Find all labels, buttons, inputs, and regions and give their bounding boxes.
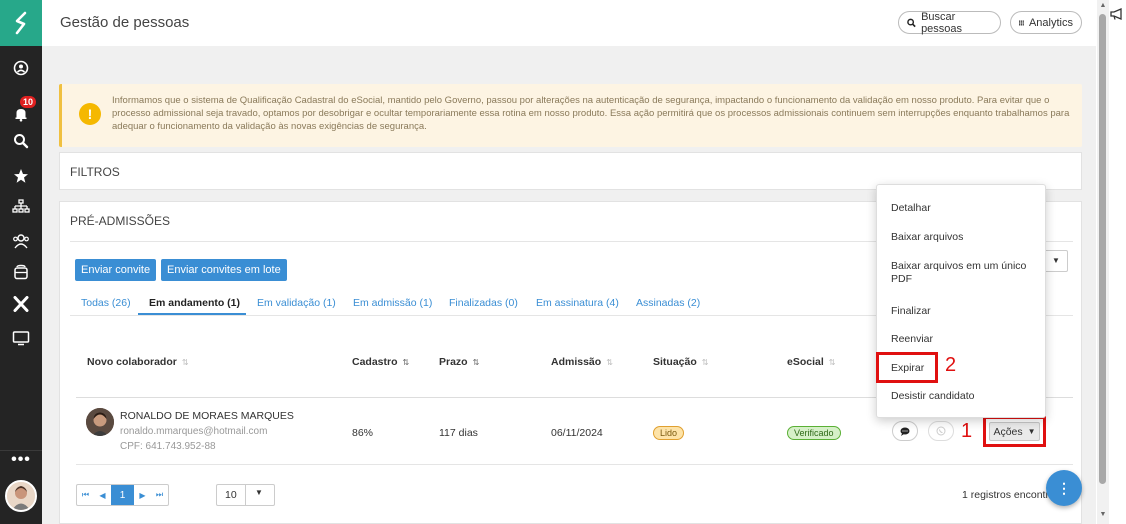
more-vertical-icon: ⋮ (1057, 479, 1071, 496)
annotation-step-2: 2 (945, 354, 957, 376)
caret-down-icon: ▼ (1027, 427, 1036, 436)
panel-title: PRÉ-ADMISSÕES (70, 214, 171, 228)
megaphone-icon[interactable] (1110, 8, 1124, 20)
top-header: Gestão de pessoas Buscar pessoas Analyti… (42, 0, 1097, 46)
sort-icon: ⇅ (181, 357, 189, 367)
avatar (86, 408, 114, 436)
more-menu[interactable]: ••• (0, 450, 42, 472)
scrollbar-thumb[interactable] (1099, 14, 1106, 484)
app-logo[interactable] (0, 0, 42, 46)
next-page-button[interactable]: ▶ (134, 485, 151, 505)
user-avatar[interactable] (5, 480, 37, 512)
page-button[interactable]: 1 (111, 485, 134, 505)
tab-signed[interactable]: Assinadas (2) (636, 297, 700, 309)
chat-button[interactable] (892, 421, 918, 441)
annotation-step-1: 1 (961, 420, 973, 442)
actions-label: Ações (993, 425, 1023, 438)
column-collaborator[interactable]: Novo colaborador ⇅ (87, 356, 189, 368)
star-icon[interactable] (0, 162, 42, 190)
collaborator-cpf: CPF: 641.743.952-88 (120, 441, 216, 452)
x-icon[interactable] (0, 290, 42, 318)
column-label: Admissão (551, 356, 602, 368)
menu-item-finish[interactable]: Finalizar (891, 305, 931, 318)
column-admission[interactable]: Admissão ⇅ (551, 356, 613, 368)
tab-in-signature[interactable]: Em assinatura (4) (536, 297, 619, 309)
whatsapp-icon (936, 426, 946, 436)
grid-icon (1019, 20, 1024, 25)
esocial-badge: Verificado (787, 426, 841, 440)
analytics-button[interactable]: Analytics (1010, 11, 1082, 34)
collaborator-name: RONALDO DE MORAES MARQUES (120, 410, 294, 422)
pagination: ⏮ ◀ 1 ▶ ⏭ (76, 484, 169, 506)
first-page-button[interactable]: ⏮ (77, 485, 94, 505)
user-circle-icon[interactable] (0, 54, 42, 82)
logo-icon (15, 11, 27, 35)
esocial-warning: ! Informamos que o sistema de Qualificaç… (59, 84, 1082, 147)
registration-value: 86% (352, 427, 374, 439)
scroll-down-icon[interactable]: ▼ (1099, 510, 1107, 520)
menu-item-download-pdf[interactable]: Baixar arquivos em um único PDF (891, 260, 1031, 286)
page-size-value: 10 (225, 489, 237, 501)
chat-icon (900, 427, 910, 436)
tab-all[interactable]: Todas (26) (81, 297, 131, 309)
tab-in-progress[interactable]: Em andamento (1) (149, 297, 240, 309)
tab-finished[interactable]: Finalizadas (0) (449, 297, 518, 309)
caret-down-icon: ▼ (255, 488, 263, 497)
column-label: eSocial (787, 356, 824, 368)
column-label: Cadastro (352, 356, 398, 368)
warning-text: Informamos que o sistema de Qualificação… (112, 95, 1070, 132)
collaborator-email: ronaldo.mmarques@hotmail.com (120, 426, 268, 437)
sort-icon: ⇅ (606, 357, 613, 367)
sidebar: 10 ••• (0, 0, 42, 524)
send-invite-button[interactable]: Enviar convite (75, 259, 157, 281)
floating-menu-button[interactable]: ⋮ (1046, 470, 1082, 506)
chevron-down-icon[interactable]: ▼ (1044, 250, 1068, 272)
last-page-button[interactable]: ⏭ (151, 485, 168, 505)
sort-icon: ⇅ (472, 357, 480, 367)
column-esocial[interactable]: eSocial ⇅ (787, 356, 835, 368)
column-label: Novo colaborador (87, 356, 177, 368)
actions-button[interactable]: Ações ▼ (989, 422, 1040, 441)
column-deadline[interactable]: Prazo ⇅ (439, 356, 479, 368)
tab-in-admission[interactable]: Em admissão (1) (353, 297, 432, 309)
admission-value: 06/11/2024 (551, 427, 603, 439)
whatsapp-button[interactable] (928, 421, 954, 441)
actions-highlight: Ações ▼ (983, 416, 1046, 447)
filters-title: FILTROS (70, 165, 120, 179)
search-people-button[interactable]: Buscar pessoas (898, 10, 1001, 35)
scroll-up-icon[interactable]: ▲ (1099, 1, 1107, 11)
briefcase-icon[interactable] (0, 258, 42, 286)
notification-badge: 10 (20, 96, 37, 108)
expire-highlight (876, 352, 938, 383)
group-icon[interactable] (0, 227, 42, 255)
divider (76, 464, 1073, 465)
sort-icon: ⇅ (828, 357, 836, 367)
page-size-select[interactable]: 10 ▼ (216, 484, 275, 506)
column-status[interactable]: Situação ⇅ (653, 356, 708, 368)
tab-in-validation[interactable]: Em validação (1) (257, 297, 336, 309)
column-label: Situação (653, 356, 697, 368)
column-label: Prazo (439, 356, 468, 368)
deadline-value: 117 dias (439, 427, 478, 439)
sort-icon: ⇅ (701, 357, 709, 367)
page-title: Gestão de pessoas (60, 14, 190, 31)
previous-page-button[interactable]: ◀ (94, 485, 111, 505)
menu-item-resend[interactable]: Reenviar (891, 333, 933, 346)
menu-item-detail[interactable]: Detalhar (891, 202, 931, 215)
menu-item-download-files[interactable]: Baixar arquivos (891, 231, 963, 244)
search-icon[interactable] (0, 127, 42, 155)
org-chart-icon[interactable] (0, 193, 42, 221)
search-icon (907, 18, 916, 27)
monitor-icon[interactable] (0, 324, 42, 352)
menu-item-withdraw-candidate[interactable]: Desistir candidato (891, 390, 974, 403)
search-people-label: Buscar pessoas (921, 10, 963, 35)
status-badge: Lido (653, 426, 685, 440)
divider (245, 485, 246, 505)
warning-icon: ! (79, 103, 101, 125)
column-registration[interactable]: Cadastro ⇅ (352, 356, 409, 368)
analytics-label: Analytics (1028, 16, 1073, 29)
send-batch-invites-button[interactable]: Enviar convites em lote (161, 259, 287, 281)
sort-icon: ⇅ (402, 357, 410, 367)
